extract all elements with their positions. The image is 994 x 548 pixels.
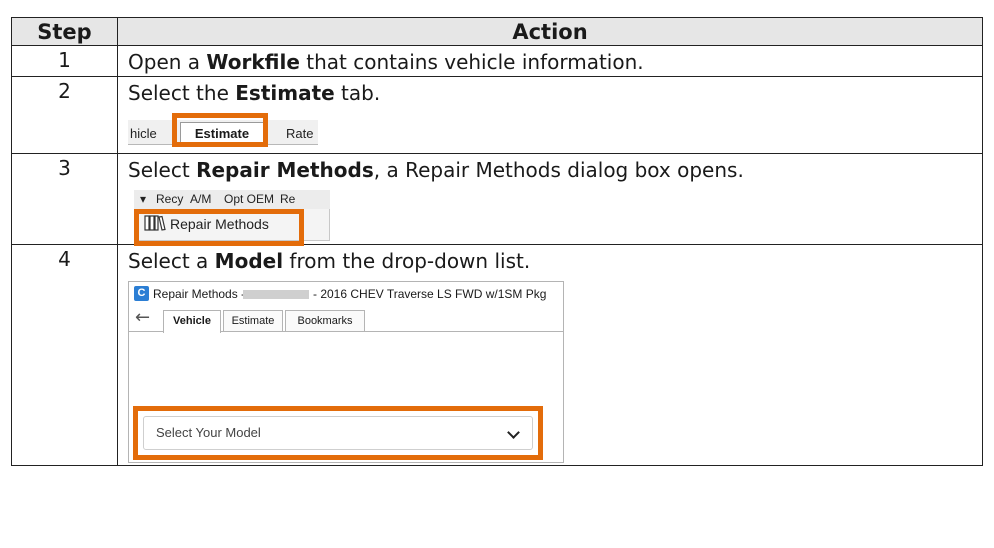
estimate-tab-screenshot: hicle Estimate Rate	[128, 113, 318, 151]
steps-table: Step Action 1 Open a Workfile that conta…	[11, 17, 983, 466]
action-bold: Estimate	[235, 81, 335, 105]
highlight-box	[172, 113, 268, 147]
step-row-4: 4 Select a Model from the drop-down list…	[11, 244, 983, 466]
menu-item-am[interactable]: A/M	[190, 190, 211, 209]
step-number: 4	[11, 244, 118, 466]
menu-bar: ▾ Recy A/M Opt OEM Re	[134, 190, 330, 210]
menu-arrow-icon[interactable]: ▾	[140, 190, 146, 209]
step-header: Step	[11, 17, 118, 46]
highlight-box	[134, 209, 304, 246]
action-text: Select the	[128, 81, 236, 105]
action-bold: Workfile	[206, 50, 300, 74]
repair-methods-menu-screenshot: ▾ Recy A/M Opt OEM Re Repair Methods	[134, 190, 330, 246]
step-action: Select a Model from the drop-down list. …	[117, 244, 983, 466]
step-number: 1	[11, 45, 118, 77]
dialog-title-vehicle: - 2016 CHEV Traverse LS FWD w/1SM Pkg	[313, 287, 547, 301]
menu-item-partial[interactable]: Re	[280, 190, 295, 209]
redacted-block	[243, 290, 309, 299]
back-arrow-icon[interactable]: ←	[135, 307, 150, 328]
tab-estimate[interactable]: Estimate	[223, 310, 283, 331]
action-text: Select a	[128, 249, 215, 273]
menu-item-opt-oem[interactable]: Opt OEM	[224, 190, 274, 209]
action-text: that contains vehicle information.	[299, 50, 644, 74]
dialog-title-bar: C Repair Methods - - 2016 CHEV Traverse …	[129, 282, 563, 306]
action-text: Open a	[128, 50, 207, 74]
step-number: 2	[11, 76, 118, 154]
action-bold: Repair Methods	[196, 158, 374, 182]
action-text: tab.	[334, 81, 381, 105]
tab-bookmarks[interactable]: Bookmarks	[285, 310, 365, 331]
action-header: Action	[117, 17, 983, 46]
repair-methods-dialog-screenshot: C Repair Methods - - 2016 CHEV Traverse …	[128, 281, 564, 463]
action-bold: Model	[214, 249, 284, 273]
step-action: Select Repair Methods, a Repair Methods …	[117, 153, 983, 246]
action-text: Select	[128, 158, 197, 182]
dialog-tabs: ← Vehicle Estimate Bookmarks	[129, 307, 563, 333]
step-row-2: 2 Select the Estimate tab. hicle Estimat…	[11, 76, 983, 154]
header-row: Step Action	[11, 17, 983, 46]
step-action: Select the Estimate tab. hicle Estimate …	[117, 76, 983, 154]
action-text: , a Repair Methods dialog box opens.	[373, 158, 744, 182]
step-action: Open a Workfile that contains vehicle in…	[117, 45, 983, 77]
step-row-3: 3 Select Repair Methods, a Repair Method…	[11, 153, 983, 246]
dialog-title-prefix: Repair Methods -	[153, 287, 246, 301]
step-row-1: 1 Open a Workfile that contains vehicle …	[11, 45, 983, 77]
highlight-box	[133, 406, 543, 460]
tab-rates-partial[interactable]: Rate	[286, 126, 313, 141]
tab-vehicle-partial[interactable]: hicle	[130, 126, 157, 141]
menu-item-recy[interactable]: Recy	[156, 190, 183, 209]
app-logo-icon: C	[134, 286, 149, 301]
action-text: from the drop-down list.	[283, 249, 531, 273]
tab-vehicle[interactable]: Vehicle	[163, 310, 221, 333]
step-number: 3	[11, 153, 118, 245]
